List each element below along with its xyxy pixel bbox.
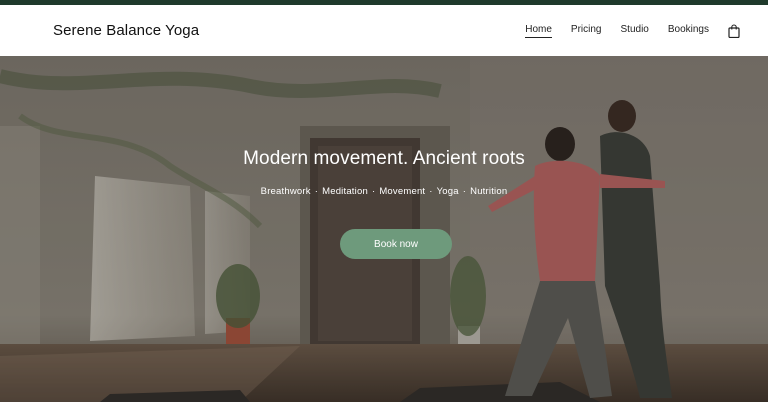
tag-nutrition: Nutrition [470, 186, 508, 197]
hero-section: Modern movement. Ancient roots Breathwor… [0, 56, 768, 402]
shopping-bag-icon[interactable] [728, 23, 740, 38]
tag-separator: · [314, 186, 319, 197]
book-now-button[interactable]: Book now [340, 229, 452, 259]
nav-item-home[interactable]: Home [525, 24, 552, 38]
tag-breathwork: Breathwork [260, 186, 311, 197]
nav-item-pricing[interactable]: Pricing [571, 24, 602, 38]
tag-separator: · [371, 186, 376, 197]
hero-tags: Breathwork · Meditation · Movement · Yoga · Nutr… [0, 186, 768, 197]
site-header: Serene Balance Yoga Home Pricing Studio … [0, 5, 768, 56]
tag-movement: Movement [379, 186, 426, 197]
hero-content: Modern movement. Ancient roots Breathwor… [0, 148, 768, 197]
tag-meditation: Meditation [322, 186, 368, 197]
site-title[interactable]: Serene Balance Yoga [53, 22, 199, 39]
tag-separator: · [462, 186, 467, 197]
tag-separator: · [429, 186, 433, 197]
main-nav: Home Pricing Studio Bookings [506, 24, 740, 38]
nav-item-bookings[interactable]: Bookings [668, 24, 709, 38]
hero-title: Modern movement. Ancient roots [243, 148, 525, 169]
tag-yoga: Yoga [436, 186, 459, 197]
nav-item-studio[interactable]: Studio [621, 24, 649, 38]
